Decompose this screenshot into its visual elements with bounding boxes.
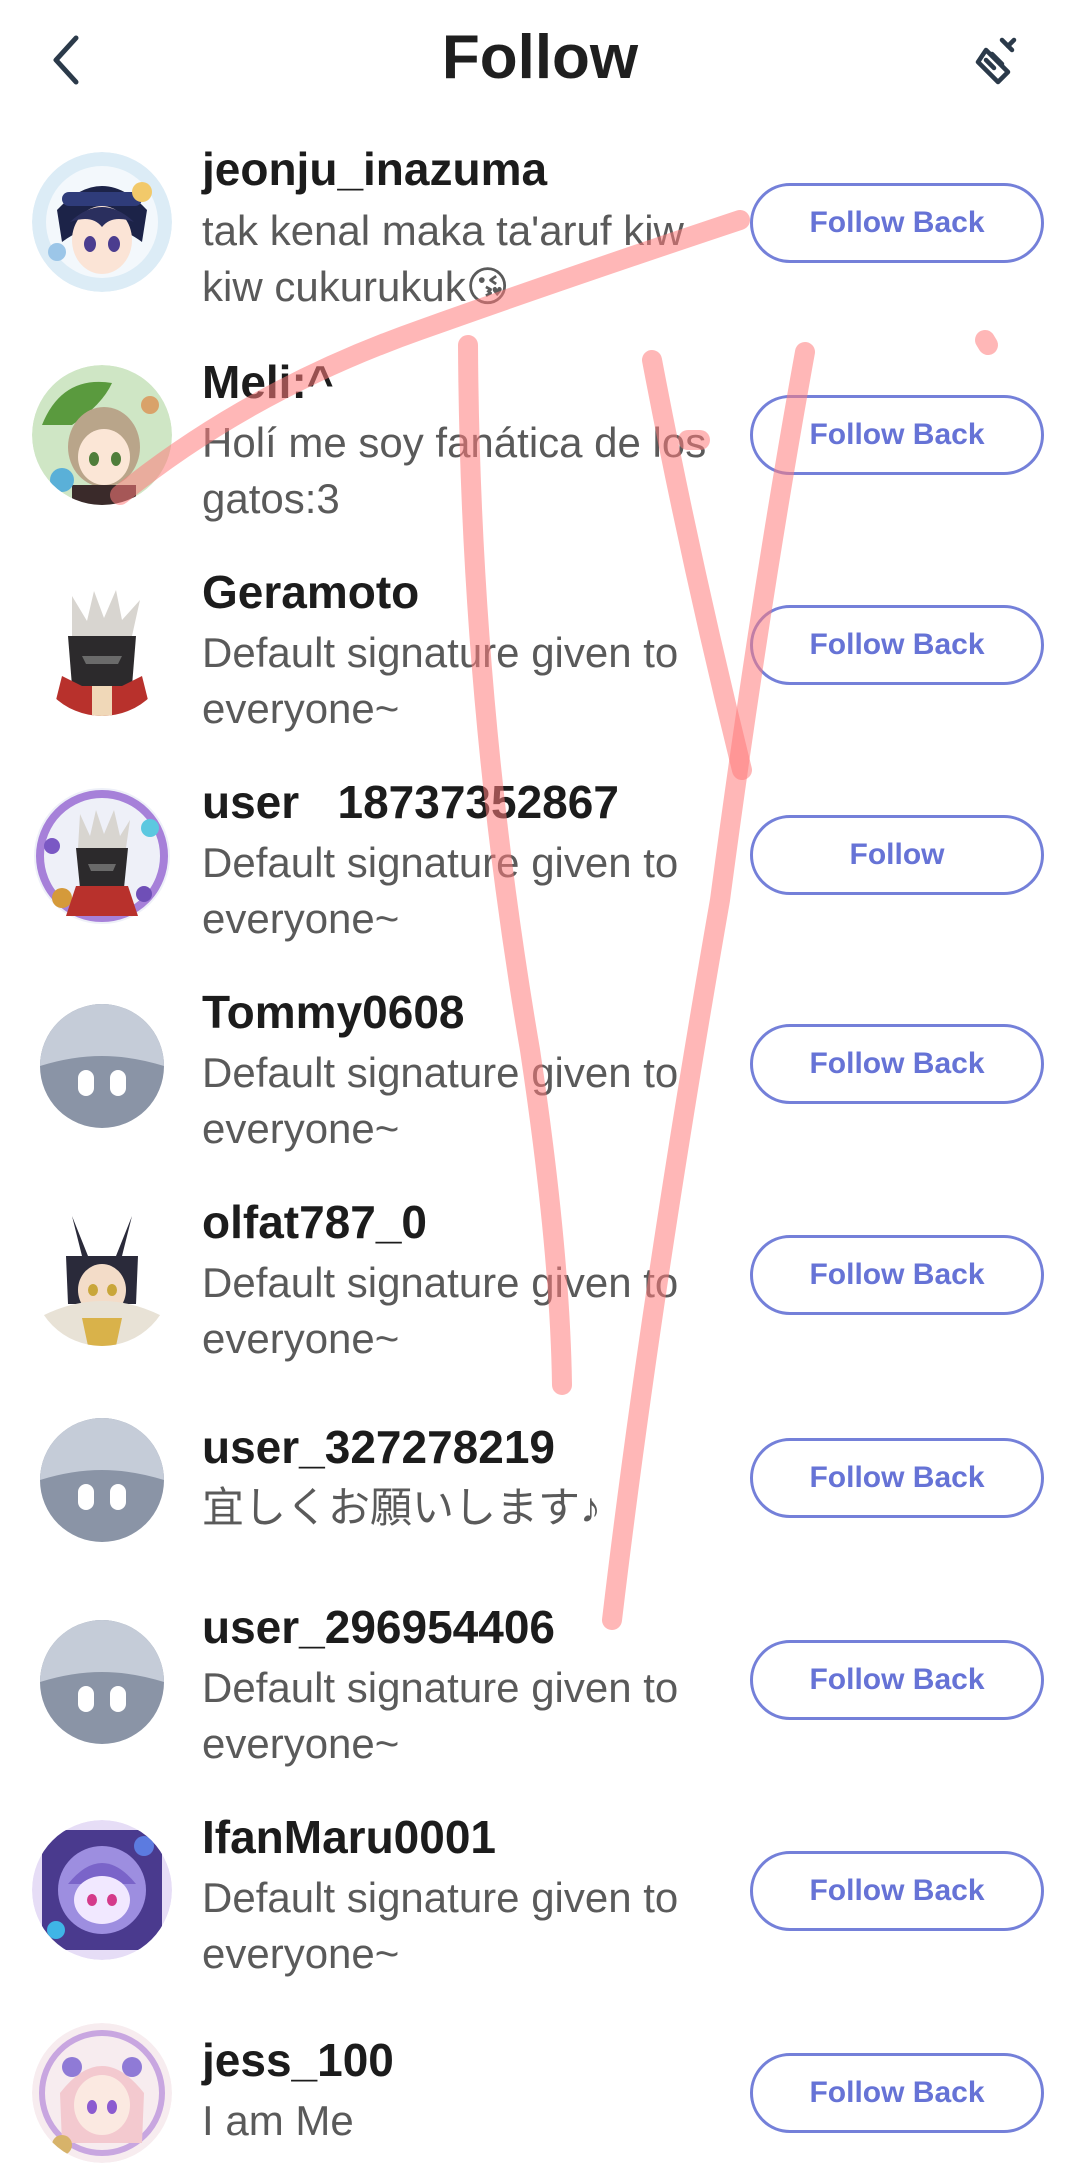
username[interactable]: jeonju_inazuma [202,142,547,196]
username[interactable]: olfat787_0 [202,1195,427,1249]
signature: Holí me soy fanática de los gatos:3 [202,419,707,522]
avatar[interactable] [32,152,172,292]
username[interactable]: Geramoto [202,565,419,619]
signature: Default signature given to everyone~ [202,1874,679,1977]
username[interactable]: IfanMaru0001 [202,1810,496,1864]
follow-back-button[interactable]: Follow Back [750,2053,1044,2133]
signature: tak kenal maka ta'aruf kiw kiw cukurukuk… [202,207,684,310]
follow-back-button[interactable]: Follow Back [750,395,1044,475]
follow-back-button[interactable]: Follow Back [750,183,1044,263]
avatar[interactable] [32,1820,172,1960]
signature: Default signature given to everyone~ [202,1664,679,1767]
page-title: Follow [441,23,639,92]
avatar[interactable] [32,1612,172,1752]
broom-icon [975,37,1017,85]
signature: I am Me [202,2097,354,2144]
avatar[interactable] [32,1206,172,1346]
username[interactable]: user_296954406 [202,1600,555,1654]
avatar[interactable] [32,2023,172,2163]
avatar[interactable] [32,1410,172,1550]
follow-back-button[interactable]: Follow Back [750,605,1044,685]
signature: Default signature given to everyone~ [202,1259,679,1362]
header-bar: Follow [0,0,1080,125]
follow-back-button[interactable]: Follow Back [750,1024,1044,1104]
avatar[interactable] [32,996,172,1136]
username[interactable]: jess_100 [202,2033,394,2087]
avatar[interactable] [32,786,172,926]
username[interactable]: Tommy0608 [202,985,465,1039]
avatar[interactable] [32,365,172,505]
clear-button[interactable] [968,30,1028,90]
follow-back-button[interactable]: Follow Back [750,1640,1044,1720]
username[interactable]: user_327278219 [202,1420,555,1474]
username[interactable]: Meli:^ [202,355,334,409]
follow-page: Follow jeonju_inazuma tak kenal maka ta'… [0,0,1080,2183]
avatar[interactable] [32,576,172,716]
signature: 宜しくお願いします♪ [202,1484,602,1531]
signature: Default signature given to everyone~ [202,1049,679,1152]
signature: Default signature given to everyone~ [202,629,679,732]
follow-back-button[interactable]: Follow Back [750,1235,1044,1315]
signature: Default signature given to everyone~ [202,839,679,942]
follow-back-button[interactable]: Follow Back [750,1851,1044,1931]
follow-back-button[interactable]: Follow Back [750,1438,1044,1518]
follow-button[interactable]: Follow [750,815,1044,895]
username[interactable]: user 18737352867 [202,775,619,829]
